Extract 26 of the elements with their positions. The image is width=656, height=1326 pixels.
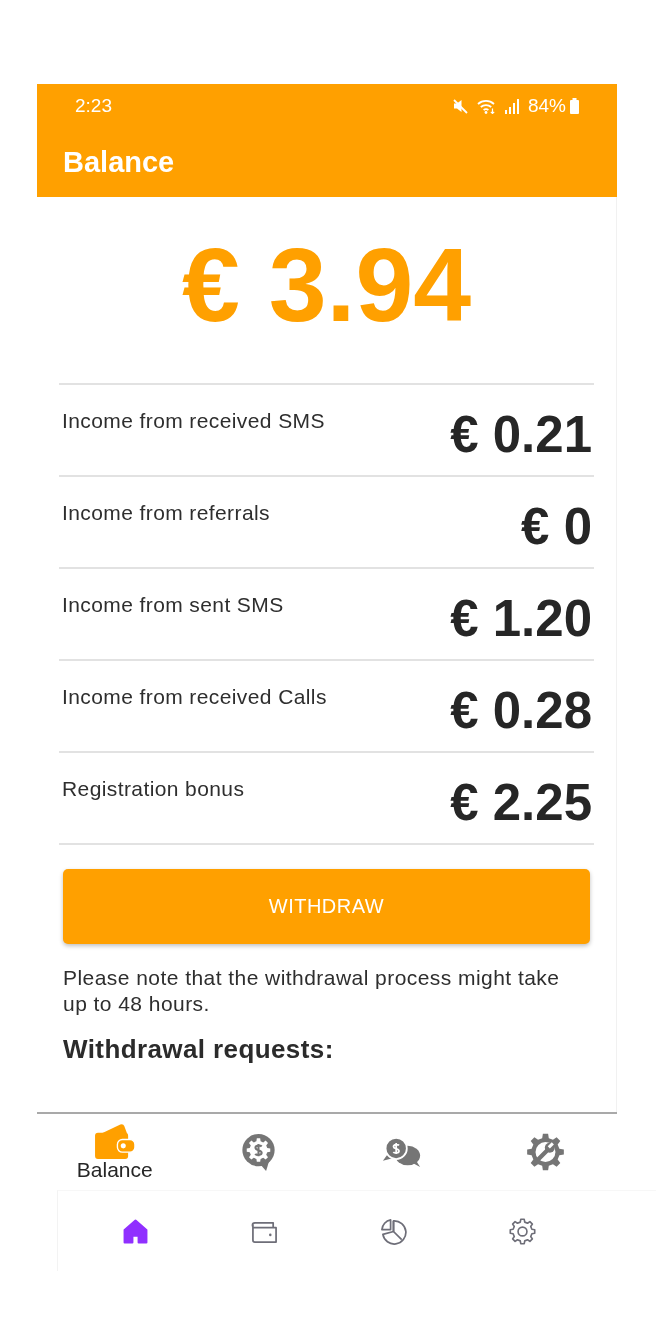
income-amount: € 1.20 bbox=[450, 593, 592, 644]
section-heading: Withdrawal requests: bbox=[63, 1033, 335, 1065]
pie-chart-icon bbox=[380, 1217, 407, 1245]
mute-icon bbox=[451, 98, 468, 114]
signal-icon bbox=[504, 98, 519, 114]
income-amount: € 0 bbox=[521, 501, 592, 552]
income-label: Income from referrals bbox=[62, 501, 270, 525]
gear-icon bbox=[509, 1217, 536, 1245]
battery-icon bbox=[570, 98, 579, 114]
gear-wrench-icon bbox=[525, 1133, 565, 1171]
status-time: 2:23 bbox=[75, 95, 112, 117]
income-amount: € 0.21 bbox=[450, 409, 592, 460]
balance-amount: € 3.94 bbox=[181, 233, 472, 337]
income-amount: € 0.28 bbox=[450, 685, 592, 736]
income-amount: € 2.25 bbox=[450, 777, 592, 828]
income-label: Income from received Calls bbox=[62, 685, 327, 709]
house-icon bbox=[122, 1217, 149, 1245]
income-label: Registration bonus bbox=[62, 777, 245, 801]
withdrawal-note: Please note that the withdrawal process might take up to 48 hours. bbox=[63, 965, 561, 1017]
wallet-icon bbox=[94, 1123, 136, 1159]
screen-title: Balance bbox=[63, 145, 175, 180]
battery-percent: 84% bbox=[527, 95, 566, 117]
income-label: Income from received SMS bbox=[62, 409, 325, 433]
nav-tab[interactable]: Balance bbox=[43, 1114, 187, 1190]
income-label: Income from sent SMS bbox=[62, 593, 284, 617]
wifi-icon bbox=[476, 98, 496, 114]
